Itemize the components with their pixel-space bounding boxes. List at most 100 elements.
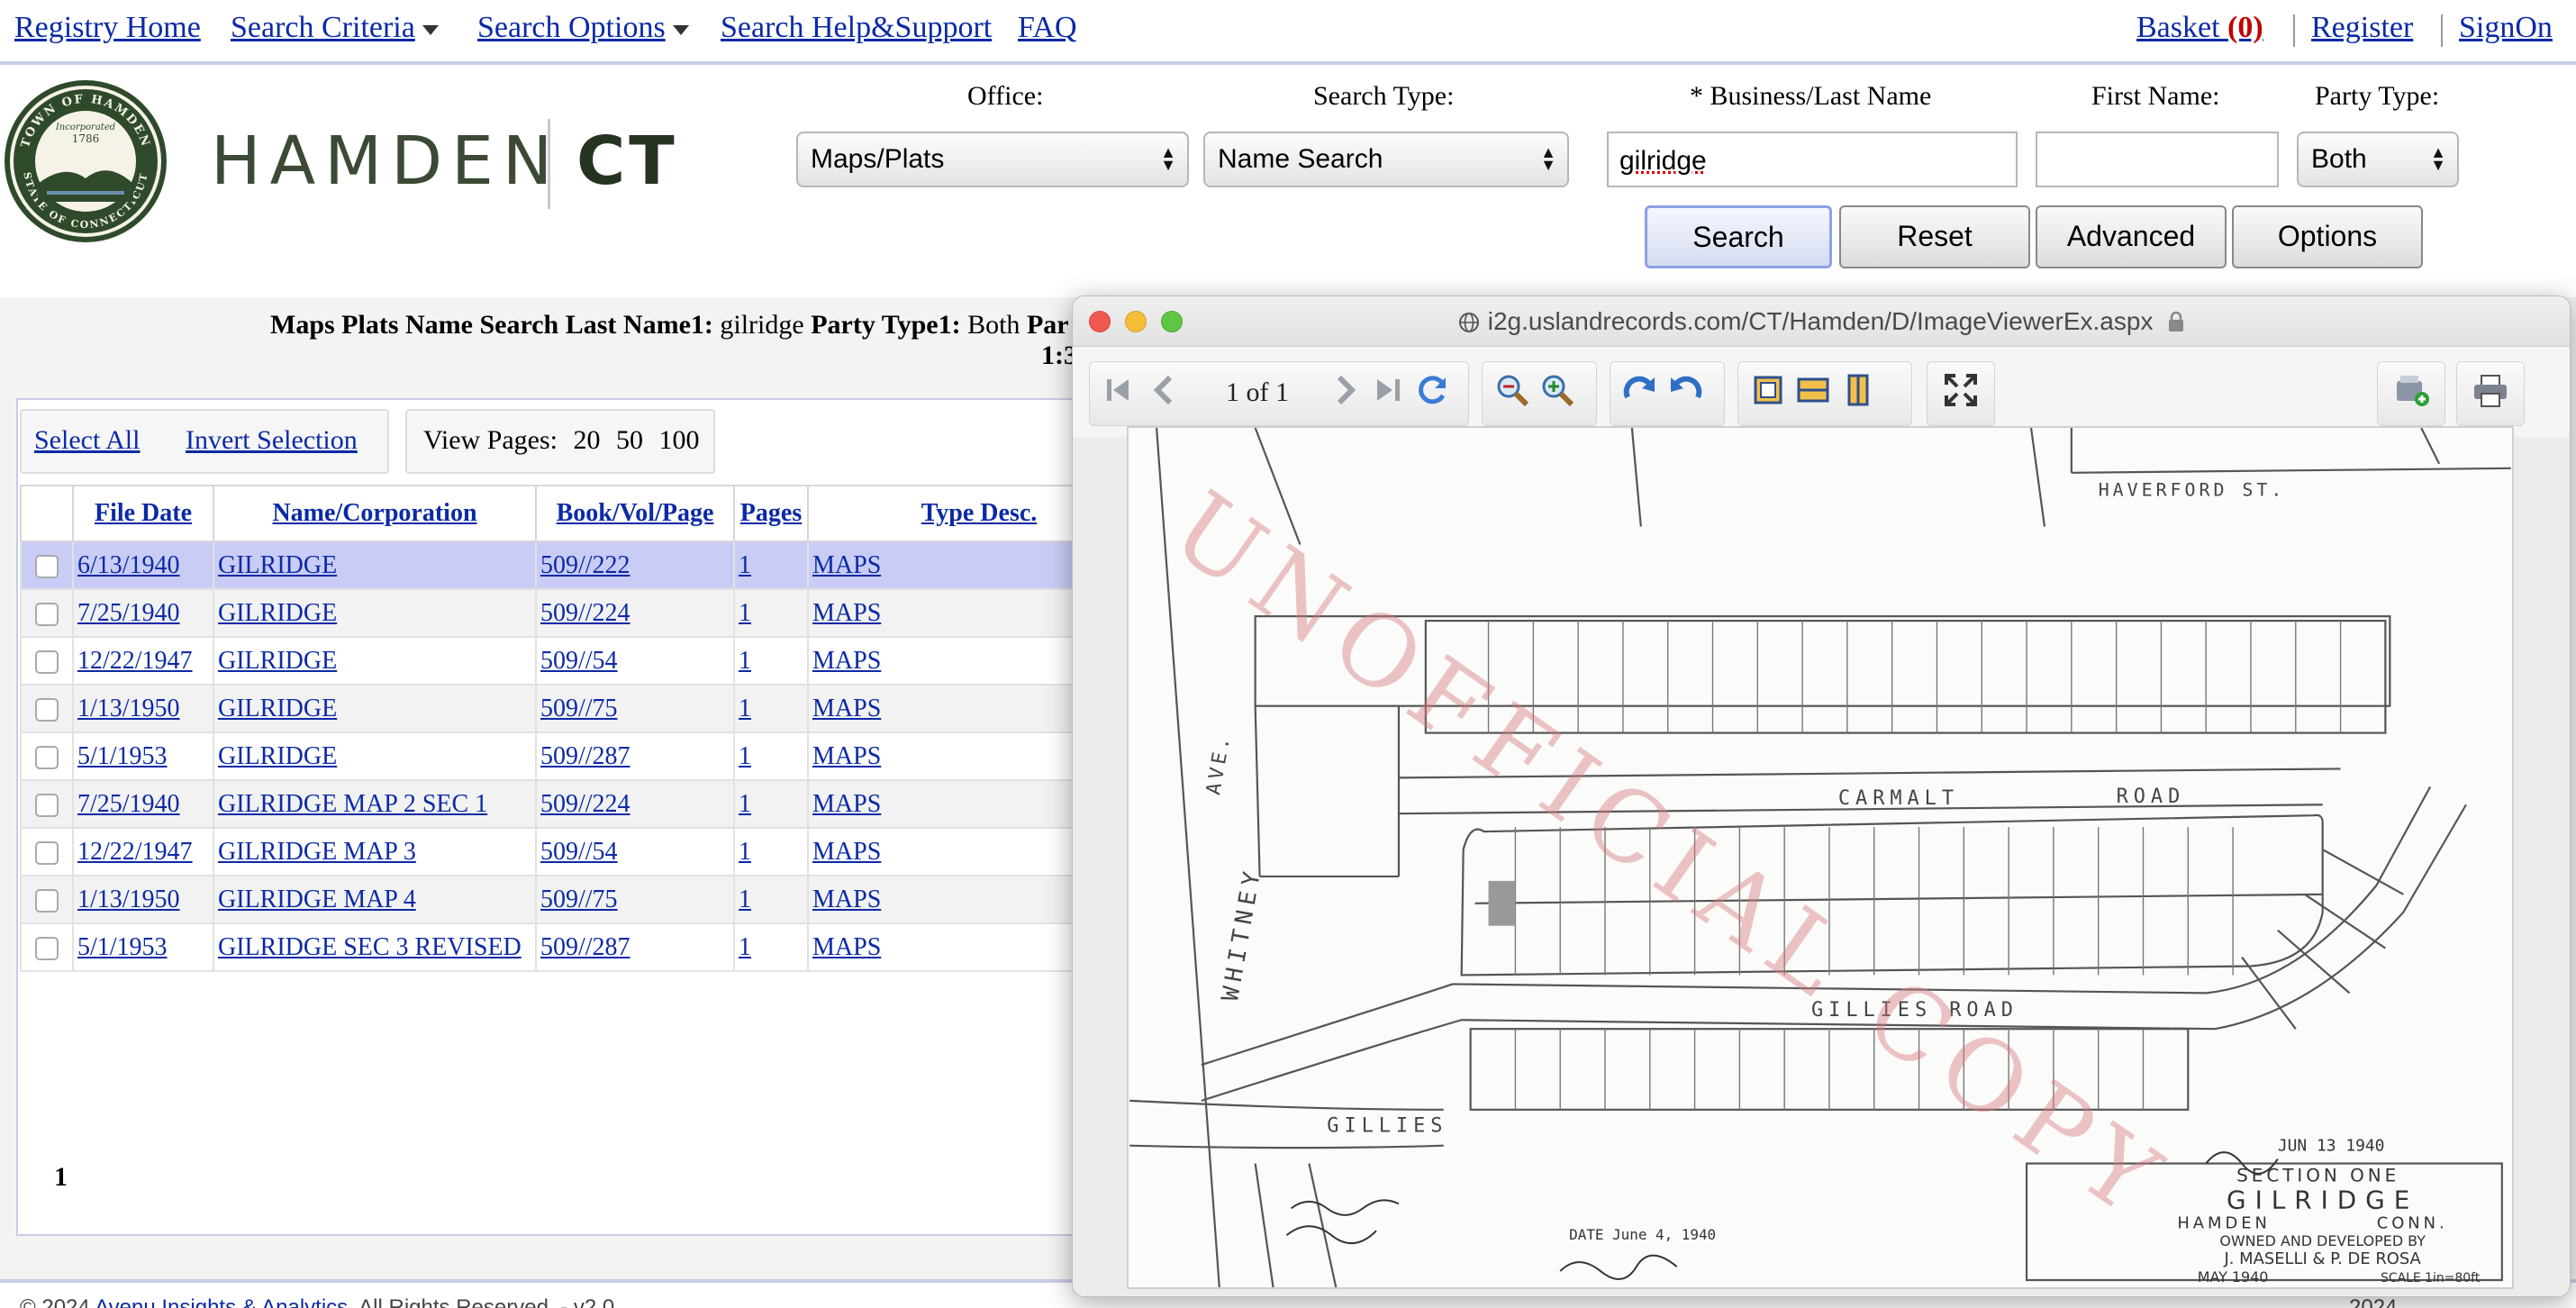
- cell-file-date-link[interactable]: 7/25/1940: [77, 599, 180, 627]
- cell-name-link[interactable]: GILRIDGE: [218, 551, 337, 579]
- cell-book-vol-page-link[interactable]: 509//287: [540, 742, 630, 770]
- cell-pages-link[interactable]: 1: [739, 695, 751, 722]
- cell-pages-link[interactable]: 1: [739, 647, 751, 675]
- cell-file-date-link[interactable]: 1/13/1950: [77, 695, 180, 722]
- table-row[interactable]: 5/1/1953 GILRIDGE 509//287 1 MAPS: [20, 731, 1151, 781]
- header-file-date[interactable]: File Date: [72, 485, 214, 542]
- last-page-icon[interactable]: [1368, 370, 1408, 410]
- view-pages-100[interactable]: 100: [659, 425, 700, 455]
- cell-book-vol-page-link[interactable]: 509//224: [540, 599, 630, 627]
- viewer-titlebar[interactable]: i2g.uslandrecords.com/CT/Hamden/D/ImageV…: [1073, 296, 2570, 347]
- invert-selection-link[interactable]: Invert Selection: [186, 425, 358, 456]
- header-book-vol-page[interactable]: Book/Vol/Page: [535, 485, 735, 542]
- row-checkbox[interactable]: [35, 698, 59, 722]
- cell-book-vol-page-link[interactable]: 509//54: [540, 838, 618, 866]
- cell-file-date-link[interactable]: 7/25/1940: [77, 790, 180, 818]
- cell-type-desc-link[interactable]: MAPS: [812, 790, 881, 818]
- cell-pages-link[interactable]: 1: [739, 886, 751, 913]
- view-pages-50[interactable]: 50: [616, 425, 643, 455]
- cell-pages-link[interactable]: 1: [739, 790, 751, 818]
- advanced-button[interactable]: Advanced: [2036, 205, 2227, 268]
- fit-height-icon[interactable]: [1838, 370, 1878, 410]
- cell-book-vol-page-link[interactable]: 509//75: [540, 886, 618, 913]
- footer-company-link[interactable]: Avenu Insights & Analytics: [95, 1295, 348, 1308]
- cell-name-link[interactable]: GILRIDGE MAP 3: [218, 838, 416, 866]
- row-checkbox[interactable]: [35, 603, 59, 627]
- zoom-out-icon[interactable]: [1492, 370, 1532, 410]
- next-page-icon[interactable]: [1325, 370, 1365, 410]
- table-row[interactable]: 1/13/1950 GILRIDGE 509//75 1 MAPS: [20, 684, 1151, 733]
- refresh-icon[interactable]: [1413, 370, 1453, 410]
- cell-name-link[interactable]: GILRIDGE: [218, 695, 337, 722]
- cell-name-link[interactable]: GILRIDGE: [218, 742, 337, 770]
- fit-page-icon[interactable]: [1748, 370, 1788, 410]
- cell-file-date-link[interactable]: 12/22/1947: [77, 838, 193, 866]
- table-row[interactable]: 7/25/1940 GILRIDGE 509//224 1 MAPS: [20, 588, 1151, 638]
- header-name-corporation[interactable]: Name/Corporation: [213, 485, 537, 542]
- register-link[interactable]: Register: [2311, 11, 2413, 45]
- first-page-icon[interactable]: [1100, 370, 1139, 410]
- row-checkbox[interactable]: [35, 889, 59, 913]
- document-image[interactable]: HAVERFORD ST. CARMALT ROAD GILLIES ROAD …: [1127, 426, 2514, 1289]
- cell-name-link[interactable]: GILRIDGE: [218, 599, 337, 627]
- table-row[interactable]: 7/25/1940 GILRIDGE MAP 2 SEC 1 509//224 1 MA…: [20, 779, 1151, 829]
- view-pages-20[interactable]: 20: [574, 425, 601, 455]
- cell-type-desc-link[interactable]: MAPS: [812, 551, 881, 579]
- table-row[interactable]: 6/13/1940 GILRIDGE 509//222 1 MAPS: [20, 540, 1151, 590]
- cell-type-desc-link[interactable]: MAPS: [812, 886, 881, 913]
- row-checkbox[interactable]: [35, 650, 59, 675]
- page-number[interactable]: 1: [54, 1162, 68, 1193]
- cell-type-desc-link[interactable]: MAPS: [812, 838, 881, 866]
- table-row[interactable]: 12/22/1947 GILRIDGE MAP 3 509//54 1 MAPS: [20, 827, 1151, 877]
- reset-button[interactable]: Reset: [1839, 205, 2030, 268]
- cell-pages-link[interactable]: 1: [739, 551, 751, 579]
- add-to-basket-icon[interactable]: [2391, 370, 2431, 410]
- rotate-right-icon[interactable]: [1620, 370, 1660, 410]
- search-button[interactable]: Search: [1645, 205, 1832, 268]
- select-all-link[interactable]: Select All: [34, 425, 140, 456]
- search-help-link[interactable]: Search Help&Support: [721, 11, 992, 45]
- registry-home-link[interactable]: Registry Home: [14, 11, 201, 45]
- cell-book-vol-page-link[interactable]: 509//224: [540, 790, 630, 818]
- previous-page-icon[interactable]: [1145, 370, 1184, 410]
- search-criteria-menu[interactable]: Search Criteria: [231, 11, 439, 45]
- table-row[interactable]: 12/22/1947 GILRIDGE 509//54 1 MAPS: [20, 636, 1151, 686]
- print-icon[interactable]: [2471, 370, 2510, 410]
- cell-file-date-link[interactable]: 5/1/1953: [77, 742, 168, 770]
- cell-file-date-link[interactable]: 6/13/1940: [77, 551, 180, 579]
- last-name-input[interactable]: gilridge: [1607, 132, 2018, 187]
- cell-type-desc-link[interactable]: MAPS: [812, 933, 881, 961]
- cell-type-desc-link[interactable]: MAPS: [812, 599, 881, 627]
- cell-book-vol-page-link[interactable]: 509//54: [540, 647, 618, 675]
- cell-type-desc-link[interactable]: MAPS: [812, 647, 881, 675]
- cell-pages-link[interactable]: 1: [739, 599, 751, 627]
- cell-pages-link[interactable]: 1: [739, 838, 751, 866]
- cell-book-vol-page-link[interactable]: 509//75: [540, 695, 618, 722]
- cell-book-vol-page-link[interactable]: 509//287: [540, 933, 630, 961]
- search-type-select[interactable]: Name Search ▲ ▼: [1203, 132, 1569, 187]
- first-name-input[interactable]: [2036, 132, 2279, 187]
- cell-name-link[interactable]: GILRIDGE MAP 4: [218, 886, 416, 913]
- cell-book-vol-page-link[interactable]: 509//222: [540, 551, 630, 579]
- table-row[interactable]: 5/1/1953 GILRIDGE SEC 3 REVISED 509//287 1 M…: [20, 922, 1151, 972]
- cell-name-link[interactable]: GILRIDGE: [218, 647, 337, 675]
- cell-pages-link[interactable]: 1: [739, 933, 751, 961]
- zoom-in-icon[interactable]: [1537, 370, 1577, 410]
- table-row[interactable]: 1/13/1950 GILRIDGE MAP 4 509//75 1 MAPS: [20, 875, 1151, 924]
- cell-name-link[interactable]: GILRIDGE MAP 2 SEC 1: [218, 790, 487, 818]
- row-checkbox[interactable]: [35, 841, 59, 866]
- cell-pages-link[interactable]: 1: [739, 742, 751, 770]
- cell-type-desc-link[interactable]: MAPS: [812, 742, 881, 770]
- fit-width-icon[interactable]: [1793, 370, 1833, 410]
- faq-link[interactable]: FAQ: [1018, 11, 1077, 45]
- basket-link[interactable]: Basket (0): [2136, 11, 2263, 45]
- row-checkbox[interactable]: [35, 555, 59, 579]
- row-checkbox[interactable]: [35, 937, 59, 961]
- cell-type-desc-link[interactable]: MAPS: [812, 695, 881, 722]
- cell-file-date-link[interactable]: 5/1/1953: [77, 933, 168, 961]
- signon-link[interactable]: SignOn: [2459, 11, 2553, 45]
- cell-file-date-link[interactable]: 1/13/1950: [77, 886, 180, 913]
- header-pages[interactable]: Pages: [733, 485, 809, 542]
- search-options-menu[interactable]: Search Options: [477, 11, 689, 45]
- options-button[interactable]: Options: [2232, 205, 2423, 268]
